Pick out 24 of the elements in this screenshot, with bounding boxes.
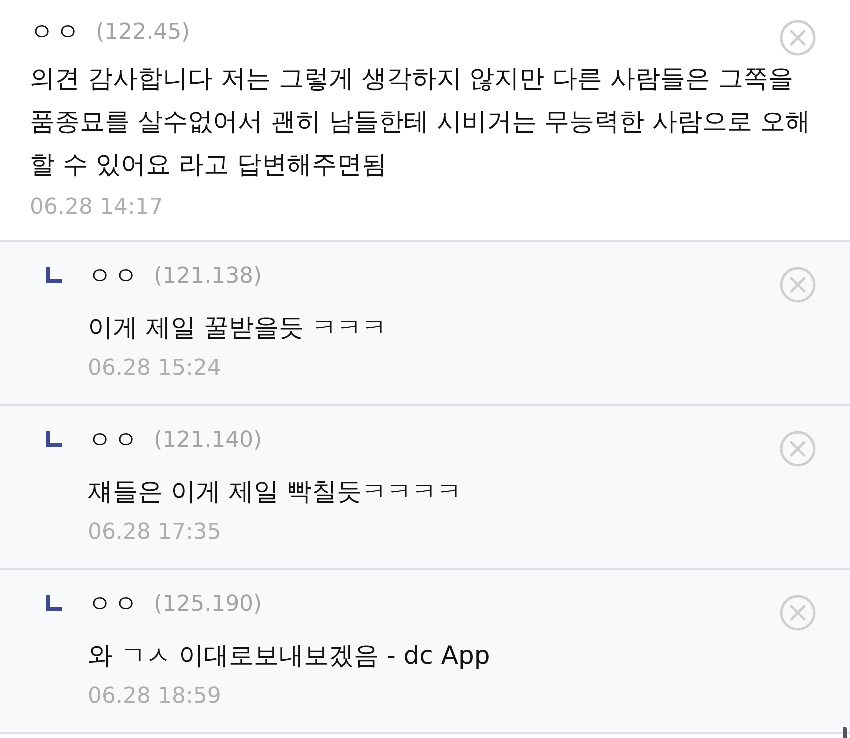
- ip-address: (121.140): [154, 428, 262, 452]
- nickname[interactable]: ㅇㅇ: [88, 588, 140, 620]
- comment-text: 의견 감사합니다 저는 그렇게 생각하지 않지만 다른 사람들은 그쪽을 품종묘를 살수없어서 괜히 남들한테 시비거는 무능력한 사람으로 오해할 수 있어요 라고 답변해주면됨: [30, 63, 812, 181]
- reply-corner-icon: [46, 267, 62, 283]
- scrollbar-thumb: [843, 727, 847, 738]
- reply-corner-icon: [46, 595, 62, 611]
- comment-date: 06.28 15:24: [88, 355, 222, 383]
- nickname[interactable]: ㅇㅇ: [30, 16, 82, 48]
- ip-address: (121.138): [154, 264, 262, 288]
- nickname[interactable]: ㅇㅇ: [88, 424, 140, 456]
- reply-corner-icon: [46, 431, 62, 447]
- comment-text: 이게 제일 꿀받을듯 ㅋㅋㅋ: [88, 312, 388, 344]
- close-icon[interactable]: [780, 20, 816, 56]
- comment-date: 06.28 14:17: [30, 194, 164, 222]
- ip-address: (125.190): [154, 592, 262, 616]
- close-icon[interactable]: [780, 595, 816, 631]
- comment-text: 와 ㄱㅅ 이대로보내보겠음 - dc App: [88, 640, 492, 672]
- ip-address: (122.45): [96, 20, 190, 44]
- comment-date: 06.28 17:35: [88, 519, 222, 547]
- close-icon[interactable]: [780, 267, 816, 303]
- comment-date: 06.28 18:59: [88, 683, 222, 711]
- close-icon[interactable]: [780, 431, 816, 467]
- comment-text: 쟤들은 이게 제일 빡칠듯ㅋㅋㅋㅋ: [88, 476, 463, 508]
- nickname[interactable]: ㅇㅇ: [88, 260, 140, 292]
